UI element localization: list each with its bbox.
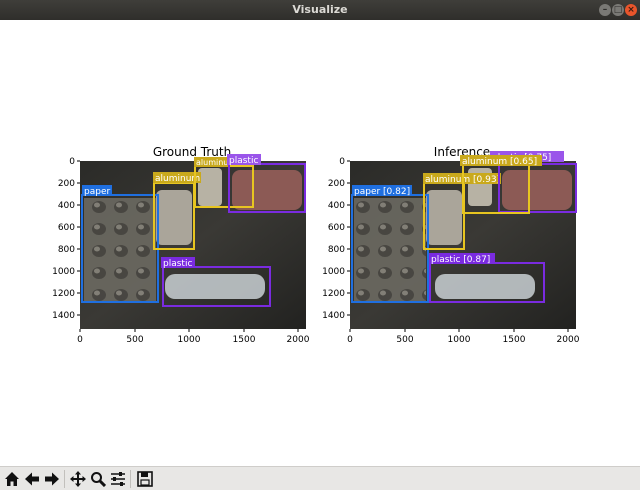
- panel-inference: Inference paper [0.82] aluminum [0.93] p…: [322, 145, 580, 345]
- egg-tray: [354, 198, 426, 302]
- window-titlebar: Visualize – □ ×: [0, 0, 640, 20]
- bbox-label: plastic: [229, 156, 258, 166]
- home-icon: [5, 472, 19, 486]
- forward-icon: [45, 472, 59, 486]
- x-tick-label: 2000: [287, 335, 310, 345]
- x-tick-label: 1500: [233, 335, 256, 345]
- x-tick-label: 1000: [178, 335, 201, 345]
- pan-icon: [70, 471, 86, 487]
- figure-canvas[interactable]: Ground Truth paper aluminum aluminum pla…: [0, 20, 640, 466]
- back-button[interactable]: [23, 470, 41, 488]
- y-tick-label: 200: [328, 179, 345, 189]
- x-tick-label: 500: [126, 335, 143, 345]
- bottle: [165, 274, 265, 299]
- y-tick-label: 0: [69, 157, 75, 167]
- x-tick-label: 1500: [503, 335, 526, 345]
- zoom-button[interactable]: [89, 470, 107, 488]
- navigation-toolbar: [0, 466, 640, 490]
- save-icon: [137, 471, 153, 487]
- maximize-button[interactable]: □: [612, 4, 624, 16]
- toolbar-separator: [130, 470, 131, 488]
- y-tick-label: 0: [339, 157, 345, 167]
- y-tick-label: 1400: [322, 311, 345, 321]
- forward-button[interactable]: [43, 470, 61, 488]
- can-1: [426, 190, 462, 245]
- save-button[interactable]: [136, 470, 154, 488]
- home-button[interactable]: [3, 470, 21, 488]
- toolbar-separator: [64, 470, 65, 488]
- x-tick-label: 2000: [557, 335, 580, 345]
- back-icon: [25, 472, 39, 486]
- bottle: [435, 274, 535, 299]
- x-tick-label: 0: [77, 335, 83, 345]
- x-tick-label: 500: [396, 335, 413, 345]
- configure-icon: [111, 472, 125, 486]
- y-tick-label: 1400: [52, 311, 75, 321]
- window-title: Visualize: [292, 3, 348, 16]
- y-tick-label: 800: [58, 245, 75, 255]
- bbox-label: plastic [0.87]: [431, 255, 490, 265]
- y-tick-label: 1200: [322, 289, 345, 299]
- y-tick-label: 400: [328, 201, 345, 211]
- y-tick-label: 400: [58, 201, 75, 211]
- x-tick-label: 1000: [448, 335, 471, 345]
- panel-ground-truth: Ground Truth paper aluminum aluminum pla…: [52, 145, 310, 345]
- egg-tray: [84, 198, 156, 302]
- y-tick-label: 1000: [322, 267, 345, 277]
- pan-button[interactable]: [69, 470, 87, 488]
- y-tick-label: 1000: [52, 267, 75, 277]
- y-tick-label: 600: [58, 223, 75, 233]
- zoom-icon: [91, 472, 106, 487]
- bbox-label: aluminum: [155, 174, 200, 184]
- y-tick-label: 200: [58, 179, 75, 189]
- can-3: [232, 170, 302, 210]
- close-button[interactable]: ×: [625, 4, 637, 16]
- y-tick-label: 800: [328, 245, 345, 255]
- x-tick-label: 0: [347, 335, 353, 345]
- bbox-label: paper [0.82]: [354, 187, 410, 197]
- y-tick-label: 600: [328, 223, 345, 233]
- configure-button[interactable]: [109, 470, 127, 488]
- can-1: [156, 190, 192, 245]
- bbox-label: paper: [84, 187, 110, 197]
- minimize-button[interactable]: –: [599, 4, 611, 16]
- bbox-label: plastic: [163, 259, 192, 269]
- bbox-label: aluminum [0.65]: [462, 157, 537, 167]
- y-tick-label: 1200: [52, 289, 75, 299]
- panel-title: Ground Truth: [153, 145, 231, 159]
- can-3: [502, 170, 572, 210]
- can-2: [198, 168, 222, 206]
